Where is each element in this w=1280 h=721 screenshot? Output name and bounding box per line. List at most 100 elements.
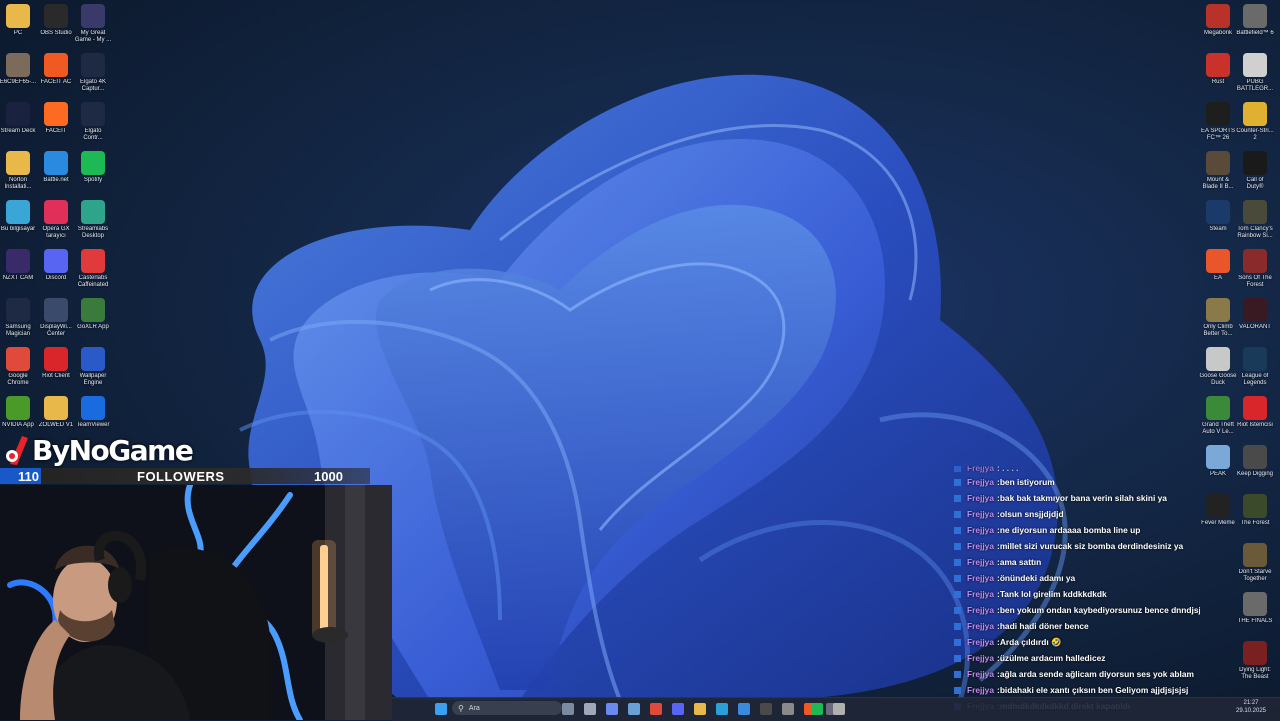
desktop-shortcut[interactable]: PUBG BATTLEGR... [1235, 53, 1275, 93]
desktop-shortcut[interactable]: Call of Duty® [1235, 151, 1275, 191]
desktop-shortcut[interactable]: Samsung Magician [0, 298, 38, 338]
chrome-icon[interactable] [650, 703, 662, 715]
chat-username: Frejjya [967, 541, 995, 551]
desktop-shortcut[interactable]: Google Chrome [0, 347, 38, 387]
task-view-icon[interactable] [584, 703, 596, 715]
desktop-shortcut[interactable]: Casterlabs Caffeinated [73, 249, 113, 289]
desktop-shortcut[interactable]: Don't Starve Together [1235, 543, 1275, 583]
file-explorer-icon[interactable] [694, 703, 706, 715]
desktop-shortcut-label: Elgato 4K Captur... [79, 79, 107, 92]
desktop-shortcut-label: Battlefield™ 6 [1236, 30, 1274, 36]
desktop-shortcut[interactable]: ZOLWED V1 [36, 396, 76, 429]
desktop-shortcut[interactable]: Grand Theft Auto V Le... [1198, 396, 1238, 436]
desktop-shortcut[interactable]: OBS Studio [36, 4, 76, 37]
desktop-shortcut[interactable]: Elgato 4K Captur... [73, 53, 113, 93]
nzxt-icon [6, 249, 30, 273]
desktop-shortcut-label: Tom Clancy's Rainbow Si... [1237, 226, 1273, 239]
cod-icon [1243, 151, 1267, 175]
folder-icon [44, 396, 68, 420]
desktop-shortcut[interactable]: My Great Game - My ... [73, 4, 113, 44]
system-clock[interactable]: 21:27 29.10.2025 [1224, 699, 1278, 715]
steam-icon[interactable] [628, 703, 640, 715]
desktop-shortcut-label: Bu bilgisayar [0, 226, 36, 232]
start-icon[interactable] [435, 703, 447, 715]
store-icon[interactable] [738, 703, 750, 715]
desktop-shortcut[interactable]: EA [1198, 249, 1238, 282]
samsung-icon [6, 298, 30, 322]
desktop-shortcut[interactable]: Stream Deck [0, 102, 38, 135]
goose-icon[interactable] [833, 703, 845, 715]
desktop-shortcut-label: Only Climb Better To... [1203, 324, 1233, 337]
desktop-shortcut[interactable]: Rust [1198, 53, 1238, 86]
desktop-shortcut[interactable]: Opera GX tarayıcı [36, 200, 76, 240]
desktop-shortcut[interactable]: Mount & Blade II B... [1198, 151, 1238, 191]
elgato-4k-icon [81, 53, 105, 77]
desktop-shortcut[interactable]: Spotify [73, 151, 113, 184]
desktop-shortcut-label: PC [13, 30, 23, 36]
desktop-shortcut-label: Spotify [83, 177, 103, 183]
desktop-shortcut[interactable]: Bu bilgisayar [0, 200, 38, 233]
desktop-shortcut[interactable]: League of Legends [1235, 347, 1275, 387]
display-icon [44, 298, 68, 322]
desktop-shortcut[interactable]: PC [0, 4, 38, 37]
spotify-icon[interactable] [811, 703, 823, 715]
edge-icon[interactable] [716, 703, 728, 715]
desktop-shortcut[interactable]: FACEIT AC [36, 53, 76, 86]
followers-label: FOLLOWERS [137, 469, 225, 484]
chat-message: üzülme ardacım halledicez [999, 653, 1106, 663]
desktop-shortcut[interactable]: Tom Clancy's Rainbow Si... [1235, 200, 1275, 240]
elgato-icon[interactable] [782, 703, 794, 715]
desktop-shortcut[interactable]: Megabonk [1198, 4, 1238, 37]
desktop-shortcut[interactable]: Goose Goose Duck [1198, 347, 1238, 387]
desktop-shortcut[interactable]: Sons Of The Forest [1235, 249, 1275, 289]
desktop-shortcut[interactable]: Elgato Contr... [73, 102, 113, 142]
ea-fc-icon [1206, 102, 1230, 126]
desktop-shortcut[interactable]: TeamViewer [73, 396, 113, 429]
desktop-shortcut[interactable]: DisplayWi... Center [36, 298, 76, 338]
pubg-icon [1243, 53, 1267, 77]
desktop-shortcut[interactable]: NZXT CAM [0, 249, 38, 282]
widgets-icon[interactable] [562, 703, 574, 715]
goose-icon [1206, 347, 1230, 371]
chat-badge-icon [954, 526, 961, 534]
desktop-shortcut[interactable]: Counter-Stri... 2 [1235, 102, 1275, 142]
desktop-shortcut-label: Streamlabs Desktop [77, 226, 109, 239]
desktop-shortcut-label: Don't Starve Together [1238, 569, 1272, 582]
desktop-shortcut[interactable]: Only Climb Better To... [1198, 298, 1238, 338]
desktop-shortcut[interactable]: Discord [36, 249, 76, 282]
faceit-icon [44, 102, 68, 126]
desktop-shortcut[interactable]: The Forest [1235, 494, 1275, 527]
desktop-shortcut[interactable]: Riot İstemcisi [1235, 396, 1275, 429]
desktop-shortcut[interactable]: Wallpaper Engine [73, 347, 113, 387]
desktop-shortcut[interactable]: EA SPORTS FC™ 26 [1198, 102, 1238, 142]
desktop-shortcut[interactable]: Norton Installati... [0, 151, 38, 191]
chat-message: hadi hadi döner bence [999, 621, 1089, 631]
desktop-shortcut[interactable]: Battlefield™ 6 [1235, 4, 1275, 37]
desktop-shortcut[interactable]: E6C9EF65-... [0, 53, 38, 86]
stream-chat: Frejjya: . . . . Frejjya: ben istiyorum F… [950, 466, 1200, 720]
desktop-shortcut[interactable]: Fever Meme [1198, 494, 1238, 527]
desktop-shortcut[interactable]: Steam [1198, 200, 1238, 233]
desktop-shortcut[interactable]: FACEIT [36, 102, 76, 135]
folder-icon [6, 4, 30, 28]
desktop-shortcut[interactable]: Keep Digging [1235, 445, 1275, 478]
desktop-shortcut[interactable]: NVIDIA App [0, 396, 38, 429]
copilot-icon[interactable] [606, 703, 618, 715]
desktop-shortcut[interactable]: Riot Client [36, 347, 76, 380]
chat-line: Frejjya: Tank lol girelim kddkkdkdk [950, 586, 1200, 602]
desktop-shortcut[interactable]: Battle.net [36, 151, 76, 184]
riot-icon [1243, 396, 1267, 420]
obs-icon[interactable] [760, 703, 772, 715]
megabonk-icon [1206, 4, 1230, 28]
desktop-shortcut[interactable]: VALORANT [1235, 298, 1275, 331]
desktop-shortcut[interactable]: PEAK [1198, 445, 1238, 478]
sons-forest-icon [1243, 249, 1267, 273]
taskbar-search[interactable]: ⚲ Ara [452, 701, 562, 715]
desktop-shortcut[interactable]: GoXLR App [73, 298, 113, 331]
desktop-shortcut[interactable]: Dying Light: The Beast [1235, 641, 1275, 681]
desktop-shortcut-label: EA SPORTS FC™ 26 [1201, 128, 1235, 141]
desktop-shortcut[interactable]: Streamlabs Desktop [73, 200, 113, 240]
discord-icon[interactable] [672, 703, 684, 715]
chat-message: ama sattın [999, 557, 1042, 567]
desktop-shortcut[interactable]: THE FINALS [1235, 592, 1275, 625]
